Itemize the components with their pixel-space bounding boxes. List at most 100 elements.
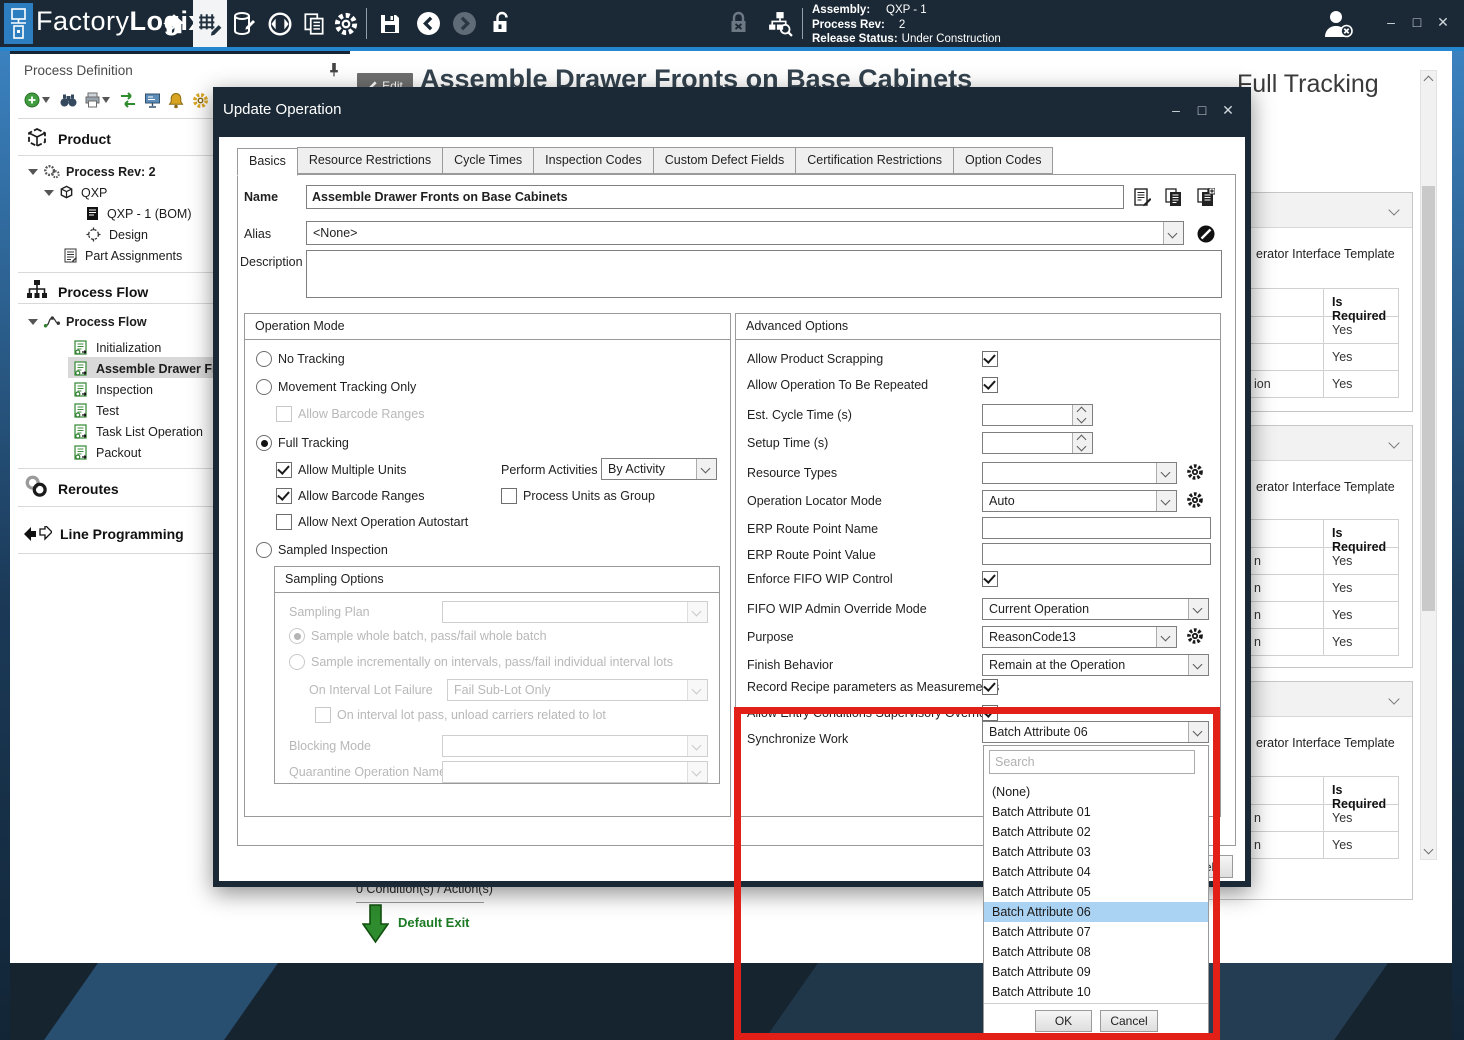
documents-icon[interactable] xyxy=(298,0,330,47)
resource-types-dropdown[interactable] xyxy=(982,462,1177,484)
perform-activities-dropdown[interactable]: By Activity xyxy=(601,458,717,480)
allow-entry-conditions-supervisory-override-checkbox[interactable] xyxy=(982,705,998,721)
reassign-icon[interactable] xyxy=(118,90,138,110)
popup-cancel-button[interactable]: Cancel xyxy=(1100,1010,1158,1032)
copy-name-icon[interactable] xyxy=(1163,185,1185,209)
scroll-down-icon[interactable] xyxy=(1424,845,1434,855)
flow-item-inspection[interactable]: Inspection xyxy=(74,380,153,399)
no-tracking-radio[interactable] xyxy=(256,351,272,367)
dropdown-button[interactable] xyxy=(696,459,716,479)
resource-types-dropdown-button[interactable] xyxy=(1156,463,1176,483)
purpose-dropdown-button[interactable] xyxy=(1156,627,1176,647)
window-minimize-button[interactable]: – xyxy=(1380,14,1402,30)
popup-item-none[interactable]: (None) xyxy=(984,782,1208,802)
popup-item-batch-attribute-09[interactable]: Batch Attribute 09 xyxy=(984,962,1208,982)
dialog-minimize-button[interactable]: – xyxy=(1165,102,1187,118)
alias-dropdown-button[interactable] xyxy=(1163,222,1183,244)
clear-alias-icon[interactable] xyxy=(1195,222,1217,246)
popup-item-batch-attribute-03[interactable]: Batch Attribute 03 xyxy=(984,842,1208,862)
dialog-close-button[interactable]: ✕ xyxy=(1217,102,1239,119)
tree-item-flow-root[interactable]: Process Flow xyxy=(28,312,147,331)
synchronize-work-dropdown[interactable]: Batch Attribute 06 xyxy=(982,721,1209,743)
operation-locator-mode-gear-icon[interactable] xyxy=(1186,491,1204,509)
flow-item-task-list-operation[interactable]: Task List Operation xyxy=(74,422,203,441)
tab-cycle-times[interactable]: Cycle Times xyxy=(442,147,534,174)
description-input[interactable] xyxy=(306,250,1222,298)
popup-item-batch-attribute-07[interactable]: Batch Attribute 07 xyxy=(984,922,1208,942)
section-reroutes[interactable]: Reroutes xyxy=(58,481,119,497)
process-search-icon[interactable] xyxy=(762,0,796,47)
popup-item-batch-attribute-02[interactable]: Batch Attribute 02 xyxy=(984,822,1208,842)
movement-tracking-radio[interactable] xyxy=(256,379,272,395)
tree-item-qxp[interactable]: QXP xyxy=(44,183,107,202)
flow-item-test[interactable]: Test xyxy=(74,401,119,420)
section-line-programming[interactable]: Line Programming xyxy=(60,526,184,542)
setup-time-s-spinner[interactable] xyxy=(982,432,1093,454)
expand-caret-icon[interactable] xyxy=(44,190,54,196)
popup-item-batch-attribute-08[interactable]: Batch Attribute 08 xyxy=(984,942,1208,962)
allow-product-scrapping-checkbox[interactable] xyxy=(982,351,998,367)
default-exit-label[interactable]: Default Exit xyxy=(398,915,470,930)
section-product[interactable]: Product xyxy=(58,131,111,147)
print-dropdown-icon[interactable] xyxy=(101,90,111,110)
allow-operation-to-be-repeated-checkbox[interactable] xyxy=(982,377,998,393)
flow-item-initialization[interactable]: Initialization xyxy=(74,338,161,357)
operation-locator-mode-dropdown[interactable]: Auto xyxy=(982,490,1177,512)
full-tracking-radio[interactable] xyxy=(256,435,272,451)
scrollbar-thumb[interactable] xyxy=(1422,186,1435,611)
tree-item-design[interactable]: Design xyxy=(86,225,148,244)
enforce-fifo-wip-control-checkbox[interactable] xyxy=(982,571,998,587)
home-icon[interactable] xyxy=(158,0,190,47)
tab-certification-restrictions[interactable]: Certification Restrictions xyxy=(795,147,954,174)
allow-barcode-ranges-checkbox[interactable] xyxy=(276,488,292,504)
pin-icon[interactable] xyxy=(324,58,344,80)
dialog-maximize-button[interactable]: □ xyxy=(1191,102,1213,118)
materials-icon[interactable] xyxy=(228,0,260,47)
purpose-dropdown[interactable]: ReasonCode13 xyxy=(982,626,1177,648)
rename-icon[interactable] xyxy=(1131,185,1153,209)
options-gear-icon[interactable] xyxy=(190,90,210,110)
save-icon[interactable] xyxy=(374,0,406,47)
tree-item-part-assignments[interactable]: Part Assignments xyxy=(64,246,182,265)
sync-transfer-icon[interactable] xyxy=(264,0,296,47)
tab-custom-defect-fields[interactable]: Custom Defect Fields xyxy=(653,147,796,174)
tab-basics[interactable]: Basics xyxy=(237,148,298,176)
user-logout-icon[interactable] xyxy=(1318,0,1360,47)
scroll-up-icon[interactable] xyxy=(1424,76,1434,86)
allow-multiple-units-checkbox[interactable] xyxy=(276,462,292,478)
undo-back-icon[interactable] xyxy=(412,0,444,47)
finish-behavior-dropdown[interactable]: Remain at the Operation xyxy=(982,654,1209,676)
copy-all-names-icon[interactable] xyxy=(1195,185,1217,209)
sampled-inspection-radio[interactable] xyxy=(256,542,272,558)
expand-caret-icon[interactable] xyxy=(28,319,38,325)
dropdown-button[interactable] xyxy=(1188,722,1208,742)
tab-resource-restrictions[interactable]: Resource Restrictions xyxy=(297,147,443,174)
window-maximize-button[interactable]: □ xyxy=(1406,14,1428,30)
popup-item-batch-attribute-10[interactable]: Batch Attribute 10 xyxy=(984,982,1208,1002)
popup-item-batch-attribute-01[interactable]: Batch Attribute 01 xyxy=(984,802,1208,822)
find-binoculars-icon[interactable] xyxy=(58,90,78,110)
est-cycle-time-s-spinner-buttons[interactable] xyxy=(1072,405,1092,425)
process-definition-icon[interactable] xyxy=(193,0,227,47)
flow-item-packout[interactable]: Packout xyxy=(74,443,141,462)
settings-gear-icon[interactable] xyxy=(330,0,362,47)
alias-dropdown[interactable]: <None> xyxy=(306,221,1184,245)
erp-route-point-name-input[interactable] xyxy=(982,517,1211,539)
expand-caret-icon[interactable] xyxy=(28,169,38,175)
print-icon[interactable] xyxy=(82,90,102,110)
popup-ok-button[interactable]: OK xyxy=(1035,1010,1092,1032)
board-icon[interactable] xyxy=(142,90,162,110)
name-input[interactable]: Assemble Drawer Fronts on Base Cabinets xyxy=(306,185,1124,209)
allow-next-autostart-checkbox[interactable] xyxy=(276,514,292,530)
section-process-flow[interactable]: Process Flow xyxy=(58,284,148,300)
popup-item-batch-attribute-06[interactable]: Batch Attribute 06 xyxy=(984,902,1208,922)
tree-item-qxp-bom[interactable]: QXP - 1 (BOM) xyxy=(86,204,192,223)
popup-item-batch-attribute-05[interactable]: Batch Attribute 05 xyxy=(984,882,1208,902)
add-icon[interactable] xyxy=(22,90,42,110)
fifo-wip-admin-override-mode-dropdown[interactable]: Current Operation xyxy=(982,598,1209,620)
tab-inspection-codes[interactable]: Inspection Codes xyxy=(533,147,654,174)
purpose-gear-icon[interactable] xyxy=(1186,627,1204,645)
resource-types-gear-icon[interactable] xyxy=(1186,463,1204,481)
record-recipe-parameters-as-measurements-checkbox[interactable] xyxy=(982,679,998,695)
est-cycle-time-s-spinner[interactable] xyxy=(982,404,1093,426)
